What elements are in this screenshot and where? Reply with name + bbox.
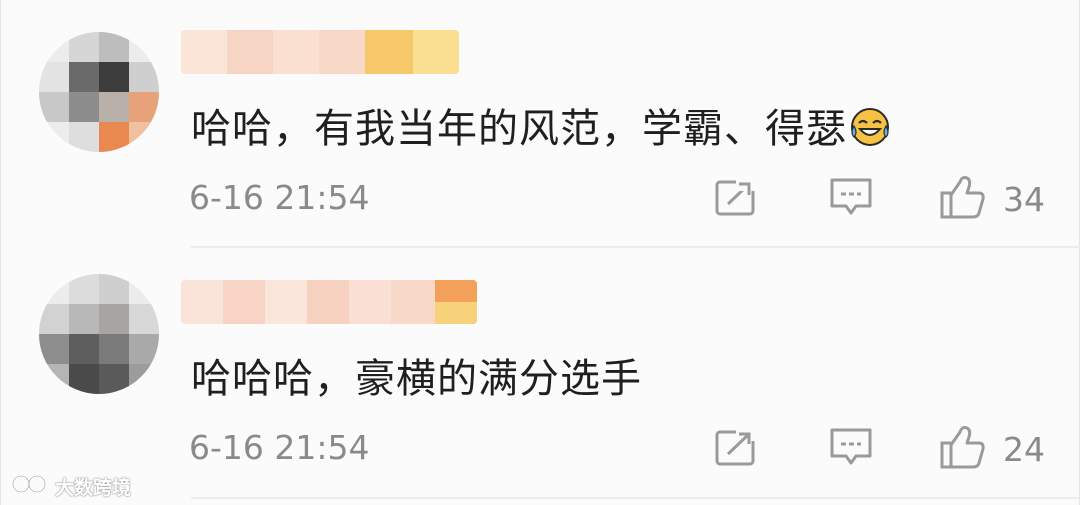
like-count: 34 (1003, 179, 1045, 219)
timestamp: 6-16 21:54 (189, 428, 370, 467)
thumbs-up-icon (939, 424, 987, 474)
reply-button[interactable] (828, 426, 874, 472)
comment-item: 哈哈哈，豪横的满分选手 6-16 21:54 24 (1, 250, 1080, 500)
like-button[interactable]: 24 (939, 426, 1059, 472)
divider (191, 246, 1080, 248)
avatar[interactable] (39, 32, 159, 152)
comment-text: 哈哈，有我当年的风范，学霸、得瑟 (191, 96, 891, 154)
watermark-text: 大数跨境 (55, 476, 132, 499)
laugh-cry-emoji-icon (849, 106, 891, 148)
thumbs-up-icon (939, 174, 987, 224)
watermark: 大数跨境 (11, 472, 131, 500)
reply-button[interactable] (828, 176, 874, 222)
comment-icon (828, 426, 874, 472)
share-button[interactable] (714, 176, 758, 222)
share-button[interactable] (714, 426, 758, 472)
share-icon (714, 427, 758, 471)
share-icon (714, 177, 758, 221)
divider (191, 497, 1079, 499)
avatar[interactable] (39, 274, 159, 394)
timestamp: 6-16 21:54 (189, 178, 370, 217)
username[interactable] (181, 280, 477, 324)
watermark-logo-icon (11, 472, 51, 501)
comment-text: 哈哈哈，豪横的满分选手 (191, 356, 642, 402)
comment-item: 哈哈，有我当年的风范，学霸、得瑟 6-16 21:54 34 (1, 0, 1080, 250)
like-button[interactable]: 34 (939, 176, 1059, 222)
username[interactable] (181, 30, 459, 74)
comment-list: 哈哈，有我当年的风范，学霸、得瑟 6-16 21:54 34 哈哈哈，豪横的满分… (0, 0, 1080, 505)
like-count: 24 (1003, 429, 1045, 469)
comment-icon (828, 176, 874, 222)
